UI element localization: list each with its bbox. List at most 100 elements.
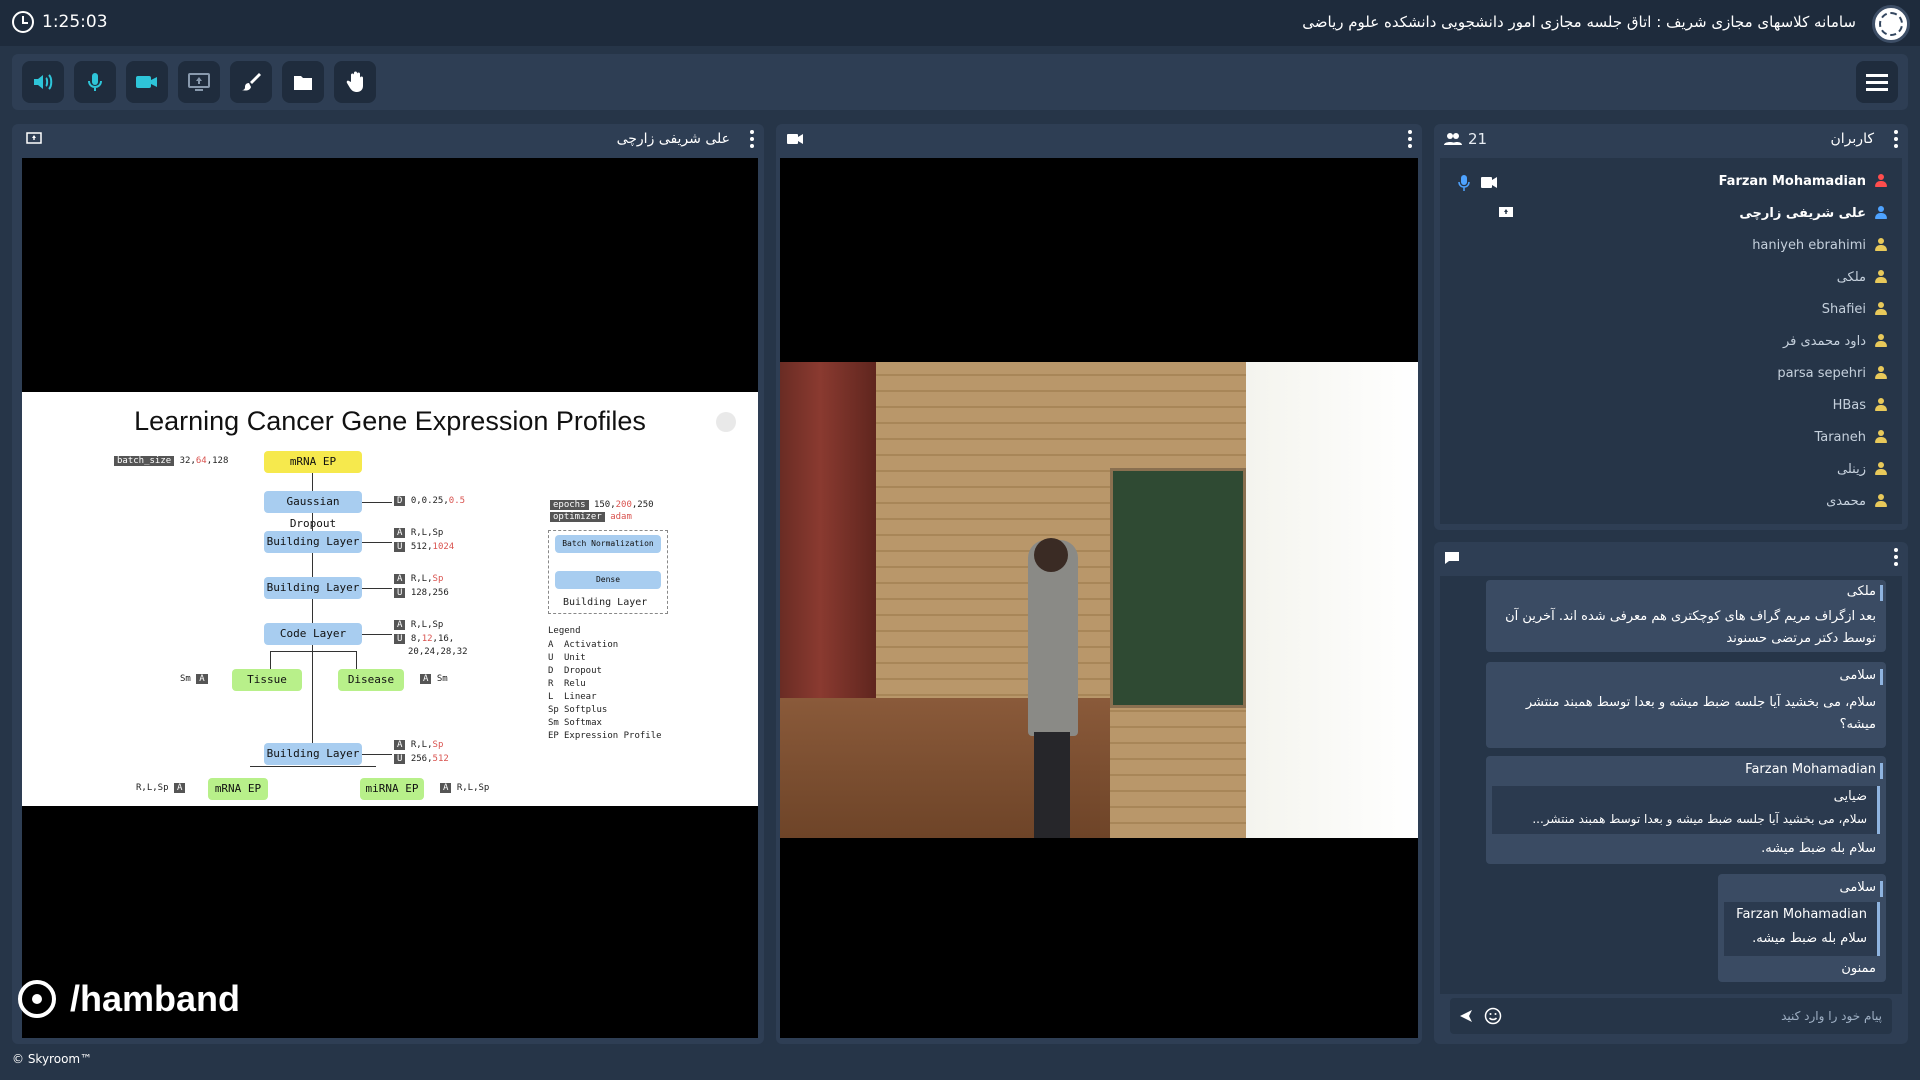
raise-hand-icon <box>346 71 363 92</box>
reply-author: ضیایی <box>1833 789 1867 804</box>
legend-value: Linear <box>564 692 597 702</box>
user-icon <box>1874 334 1888 348</box>
mrna-ep-output: mRNA EP <box>208 778 268 800</box>
optimizer-label: optimizer <box>550 512 605 522</box>
presenter-screen: Learning Cancer Gene Expression Profiles… <box>22 158 758 1038</box>
user-list-item[interactable]: haniyeh ebrahimi <box>1752 234 1888 256</box>
user-list-item[interactable]: محمدی <box>1826 490 1888 512</box>
bl2-act-red: Sp <box>432 574 444 584</box>
user-list-item[interactable]: علی شریفی زارچی <box>1739 202 1888 224</box>
branch-line <box>270 651 356 652</box>
bl2-units: U 128,256 <box>394 588 449 598</box>
screen-share-button[interactable] <box>178 61 220 103</box>
disease-sm: Sm <box>436 674 448 684</box>
university-logo-icon <box>1872 5 1910 43</box>
legend-item: A Activation <box>548 640 618 650</box>
legend-item: U Unit <box>548 653 586 663</box>
camera-panel <box>776 124 1422 1044</box>
screen-share-icon <box>26 132 42 144</box>
building-layer-legend-box: Batch Normalization Dense Building Layer <box>548 530 668 614</box>
legend-key: Sm <box>548 718 559 728</box>
emoji-icon[interactable] <box>1484 1007 1502 1025</box>
user-list-item[interactable]: ملکی <box>1837 266 1888 288</box>
legend-key: R <box>548 679 554 689</box>
arrow-2 <box>312 513 313 531</box>
legend-value: Dropout <box>564 666 602 676</box>
param-line-5 <box>362 754 392 755</box>
camera-icon <box>136 76 157 88</box>
chat-message: سلامی Farzan Mohamadian سلام بله ضبط میش… <box>1718 874 1886 982</box>
chat-message-input[interactable] <box>1502 1004 1882 1028</box>
building-layer-1: Building Layer <box>264 531 362 553</box>
users-list[interactable]: Farzan Mohamadian علی شریفی زارچی haniyeh … <box>1440 158 1902 524</box>
camera-panel-menu-icon[interactable] <box>1408 130 1412 148</box>
user-icon <box>1874 302 1888 316</box>
bl3-units: U 256,512 <box>394 754 449 764</box>
send-icon[interactable] <box>1458 1008 1474 1024</box>
hamburger-icon <box>1866 74 1888 91</box>
chat-message: Farzan Mohamadian ضیایی سلام، می بخشید آ… <box>1486 756 1886 864</box>
user-list-item[interactable]: داود محمدی فر <box>1783 330 1888 352</box>
bl1-units: U 512,1024 <box>394 542 454 552</box>
code-act: A R,L,Sp <box>394 620 443 630</box>
user-name: parsa sepehri <box>1777 365 1866 381</box>
building-layer-2: Building Layer <box>264 577 362 599</box>
dense-node: Dense <box>555 571 661 589</box>
message-author: سلامی <box>1839 880 1884 897</box>
legend-item: Sp Softplus <box>548 705 607 715</box>
code-act-vals: R,L,Sp <box>410 620 444 630</box>
files-button[interactable] <box>282 61 324 103</box>
user-list-item[interactable]: Taraneh <box>1814 426 1888 448</box>
session-timer: 1:25:03 <box>12 11 108 33</box>
epochs-param: epochs 150,200,250 <box>550 500 654 510</box>
legend-item: D Dropout <box>548 666 602 676</box>
presenter-panel-menu-icon[interactable] <box>750 130 754 148</box>
user-list-item[interactable]: HBas <box>1833 394 1888 416</box>
presenter-panel-header: علی شریفی زارچی <box>12 124 764 154</box>
epochs-label: epochs <box>550 500 589 510</box>
watermark-text: /hamband <box>70 978 241 1019</box>
whiteboard-button[interactable] <box>230 61 272 103</box>
param-line-2 <box>362 542 392 543</box>
footer-copyright: © Skyroom™ <box>12 1052 93 1066</box>
legend-value: Softplus <box>564 705 608 715</box>
users-panel-menu-icon[interactable] <box>1894 130 1898 148</box>
page-title: سامانه کلاسهای مجازی شریف : اتاق جلسه مج… <box>1302 13 1856 31</box>
main-menu-button[interactable] <box>1856 61 1898 103</box>
shared-slide: Learning Cancer Gene Expression Profiles… <box>22 392 758 806</box>
users-panel-title: کاربران <box>1830 131 1874 147</box>
chat-message: سلامی سلام، می بخشید آیا جلسه ضبط میشه و… <box>1486 662 1886 748</box>
chat-panel: ملکی بعد ازگراف مریم گراف های کوچکتری هم… <box>1434 542 1908 1044</box>
gaussian-dropout-node: Gaussian Dropout <box>264 491 362 530</box>
microphone-button[interactable] <box>74 61 116 103</box>
watermark: /hamband <box>18 978 240 1020</box>
slide-title: Learning Cancer Gene Expression Profiles <box>134 406 646 436</box>
user-list-item[interactable]: Shafiei <box>1822 298 1888 320</box>
bl1-act: A R,L,Sp <box>394 528 443 538</box>
dropout-param: D 0,0.25,0.5 <box>394 496 465 506</box>
user-list-item[interactable]: parsa sepehri <box>1777 362 1888 384</box>
legend-item: EP Expression Profile <box>548 731 662 741</box>
bl1-units-vals: 512, <box>410 542 433 552</box>
legend-key: U <box>548 653 554 663</box>
bl3-act-red: Sp <box>432 740 444 750</box>
camera-button[interactable] <box>126 61 168 103</box>
chat-panel-menu-icon[interactable] <box>1894 548 1898 566</box>
code-units-c: 20,24,28,32 <box>408 647 468 657</box>
legend-title: Legend <box>548 626 581 636</box>
user-name: علی شریفی زارچی <box>1739 205 1866 221</box>
message-text: بعد ازگراف مریم گراف های کوچکتری هم معرف… <box>1505 609 1876 646</box>
message-author: ملکی <box>1846 584 1884 601</box>
legend-key: EP <box>548 731 559 741</box>
speaker-button[interactable] <box>22 61 64 103</box>
user-list-item[interactable]: زینلی <box>1837 458 1888 480</box>
output-branch-line <box>250 766 376 767</box>
user-list-item[interactable]: Farzan Mohamadian <box>1719 170 1888 192</box>
chat-messages[interactable]: ملکی بعد ازگراف مریم گراف های کوچکتری هم… <box>1440 576 1902 994</box>
chalkboard <box>1110 468 1246 708</box>
raise-hand-button[interactable] <box>334 61 376 103</box>
top-bar: 1:25:03 سامانه کلاسهای مجازی شریف : اتاق… <box>0 0 1920 46</box>
user-icon <box>1874 366 1888 380</box>
user-icon <box>1874 174 1888 188</box>
reply-author: Farzan Mohamadian <box>1736 907 1867 922</box>
